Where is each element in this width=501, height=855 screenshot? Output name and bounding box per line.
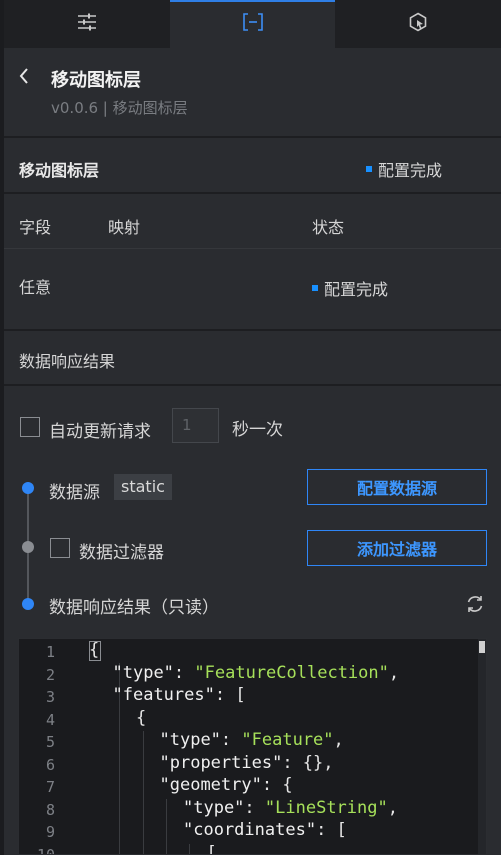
code-line: {	[89, 640, 100, 660]
response-section-title: 数据响应结果	[19, 352, 116, 371]
datasource-label: 数据源	[49, 483, 100, 503]
filter-checkbox[interactable]	[50, 538, 70, 558]
component-header: 移动图标层 v0.0.6 | 移动图标层	[4, 48, 501, 136]
bracket-icon	[242, 13, 264, 35]
config-panel: 移动图标层 v0.0.6 | 移动图标层 移动图标层 配置完成 字段 映射 状态…	[4, 0, 501, 855]
divider	[4, 329, 501, 331]
code-line: {	[136, 707, 147, 728]
divider	[4, 192, 501, 194]
header-mapping: 映射	[108, 218, 141, 237]
json-key: "geometry"	[159, 775, 262, 795]
status-dot	[366, 166, 372, 172]
interval-unit: 秒一次	[232, 420, 283, 440]
datasource-tag: static	[114, 474, 172, 500]
auto-update-label: 自动更新请求	[49, 422, 151, 442]
row-field: 任意	[19, 278, 52, 297]
refresh-icon[interactable]	[465, 594, 485, 618]
divider	[4, 384, 501, 386]
row-status: 配置完成	[312, 276, 388, 300]
json-string: "Feature"	[241, 730, 334, 750]
code-line: [	[206, 842, 217, 855]
code-line: "type": "LineString",	[183, 797, 398, 818]
timeline-dot-inactive	[22, 541, 34, 553]
back-arrow-icon[interactable]	[18, 67, 30, 89]
filter-label: 数据过滤器	[79, 543, 164, 563]
tab-data[interactable]	[169, 0, 336, 48]
code-line: "features": [	[112, 685, 246, 705]
result-label: 数据响应结果（只读）	[49, 598, 219, 618]
status-label: 配置完成	[324, 280, 389, 299]
json-key: "features"	[112, 685, 215, 705]
editor-scrollbar[interactable]	[478, 639, 486, 854]
header-field: 字段	[19, 218, 52, 237]
json-key: "type"	[159, 730, 221, 750]
timeline-dot-active	[22, 482, 34, 494]
code-line: "coordinates": [	[183, 820, 347, 840]
json-key: "type"	[112, 662, 174, 683]
configure-datasource-button[interactable]: 配置数据源	[307, 469, 487, 505]
divider	[4, 248, 501, 249]
page-title: 移动图标层	[51, 70, 141, 91]
section-status: 配置完成	[366, 157, 442, 181]
status-dot	[312, 285, 318, 291]
auto-update-checkbox[interactable]	[20, 417, 40, 437]
code-line: "geometry": {	[159, 775, 293, 795]
interval-input[interactable]: 1	[172, 408, 219, 443]
json-key: "type"	[183, 797, 245, 818]
json-key: "properties"	[159, 752, 283, 773]
interaction-icon	[408, 12, 428, 36]
code-line: "properties": {},	[159, 752, 334, 773]
tab-interaction[interactable]	[335, 0, 501, 48]
sliders-icon	[77, 13, 97, 35]
code-content[interactable]: { "type": "FeatureCollection", "features":…	[19, 639, 486, 854]
status-label: 配置完成	[378, 161, 443, 180]
json-string: "FeatureCollection"	[194, 662, 389, 683]
version-subtitle: v0.0.6 | 移动图标层	[51, 99, 188, 117]
tab-bar	[4, 0, 501, 48]
header-status: 状态	[312, 218, 345, 237]
divider	[4, 136, 501, 138]
json-string: "LineString"	[264, 797, 388, 818]
code-line: "type": "FeatureCollection",	[112, 662, 400, 683]
timeline-dot-active	[22, 598, 34, 610]
section-name: 移动图标层	[19, 161, 100, 180]
json-key: "coordinates"	[183, 820, 317, 840]
code-editor[interactable]: 1 2 3 4 5 6 7 8 9 10 {"type": "FeatureCo…	[18, 638, 487, 855]
scrollbar-thumb[interactable]	[479, 641, 485, 653]
tab-style[interactable]	[4, 0, 170, 48]
add-filter-button[interactable]: 添加过滤器	[307, 530, 487, 566]
code-line: "type": "Feature",	[159, 730, 344, 750]
